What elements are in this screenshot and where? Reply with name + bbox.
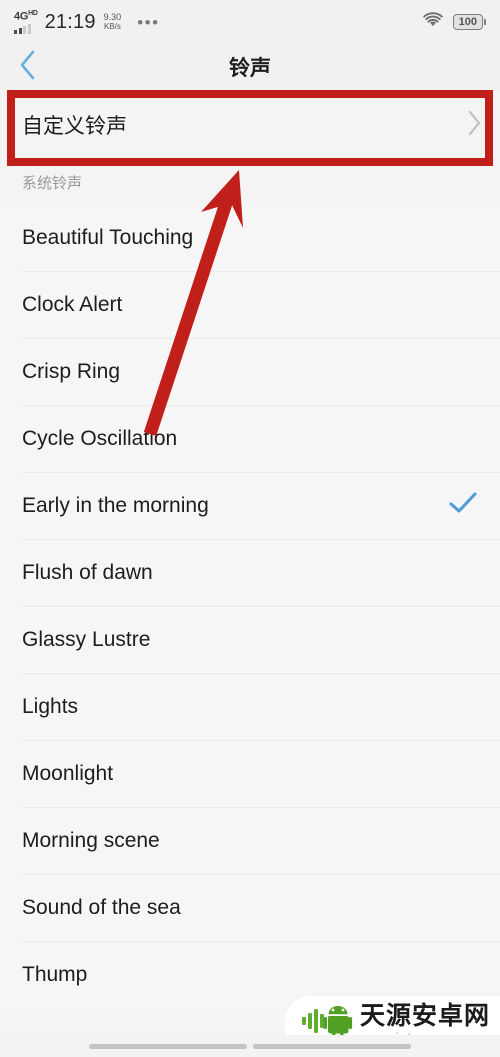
network-speed-indicator: 9.30 KB/s: [103, 12, 122, 31]
nav-home-handle[interactable]: [253, 1043, 411, 1049]
watermark-site-name: 天源安卓网: [359, 1001, 490, 1030]
ringtone-name: Clock Alert: [22, 292, 123, 316]
check-icon: [448, 491, 478, 520]
chevron-left-icon: [18, 49, 38, 86]
ringtone-row[interactable]: Glassy Lustre: [0, 606, 500, 673]
ringtone-row[interactable]: Clock Alert: [0, 271, 500, 338]
custom-ringtone-label: 自定义铃声: [22, 115, 127, 138]
ringtone-row[interactable]: Flush of dawn: [0, 539, 500, 606]
nav-back-handle[interactable]: [89, 1043, 247, 1049]
section-header-system-ringtones: 系统铃声: [0, 160, 500, 204]
network-hd-label: HD: [28, 10, 38, 18]
cellular-signal-icon: 4GHD: [14, 10, 38, 34]
chevron-right-icon: [466, 109, 482, 142]
ringtone-name: Moonlight: [22, 761, 114, 785]
ringtone-row[interactable]: Beautiful Touching: [0, 204, 500, 271]
network-speed-unit: KB/s: [103, 21, 121, 31]
ringtone-name: Glassy Lustre: [22, 627, 151, 651]
ringtone-row[interactable]: Cycle Oscillation: [0, 405, 500, 472]
more-dots-icon: •••: [137, 12, 160, 32]
wifi-icon: [422, 11, 444, 33]
signal-bars-icon: [14, 23, 31, 34]
ringtone-name: Thump: [22, 962, 88, 986]
status-bar: 4GHD 21:19 9.30 KB/s ••• 100: [0, 0, 500, 44]
system-navigation-bar: [0, 1035, 500, 1057]
ringtone-name: Sound of the sea: [22, 895, 181, 919]
ringtone-row[interactable]: Lights: [0, 673, 500, 740]
ringtone-name: Flush of dawn: [22, 560, 153, 584]
back-button[interactable]: [0, 44, 56, 90]
ringtone-row[interactable]: Sound of the sea: [0, 874, 500, 941]
ringtone-row[interactable]: Morning scene: [0, 807, 500, 874]
status-bar-clock: 21:19: [44, 10, 96, 33]
app-header: 铃声: [0, 44, 500, 90]
status-bar-right: 100: [422, 11, 486, 33]
ringtone-name: Lights: [22, 694, 79, 718]
ringtone-name: Cycle Oscillation: [22, 426, 178, 450]
phone-screen: 4GHD 21:19 9.30 KB/s ••• 100 铃声 自定义铃声 系统…: [0, 0, 500, 1057]
network-type-label: 4G: [14, 10, 29, 23]
ringtone-name: Early in the morning: [22, 493, 209, 517]
status-bar-left: 4GHD 21:19 9.30 KB/s •••: [14, 10, 160, 34]
ringtone-row[interactable]: Early in the morning: [0, 472, 500, 539]
ringtone-name: Morning scene: [22, 828, 160, 852]
battery-level-label: 100: [452, 13, 483, 31]
page-title: 铃声: [229, 57, 271, 80]
ringtone-row[interactable]: Crisp Ring: [0, 338, 500, 405]
ringtone-row[interactable]: Moonlight: [0, 740, 500, 807]
ringtone-name: Crisp Ring: [22, 359, 121, 383]
ringtone-name: Beautiful Touching: [22, 225, 194, 249]
battery-indicator: 100: [452, 13, 486, 31]
battery-tip-icon: [484, 19, 486, 25]
ringtone-list: Beautiful Touching Clock Alert Crisp Ring C…: [0, 204, 500, 1008]
custom-ringtone-row[interactable]: 自定义铃声: [0, 90, 500, 160]
